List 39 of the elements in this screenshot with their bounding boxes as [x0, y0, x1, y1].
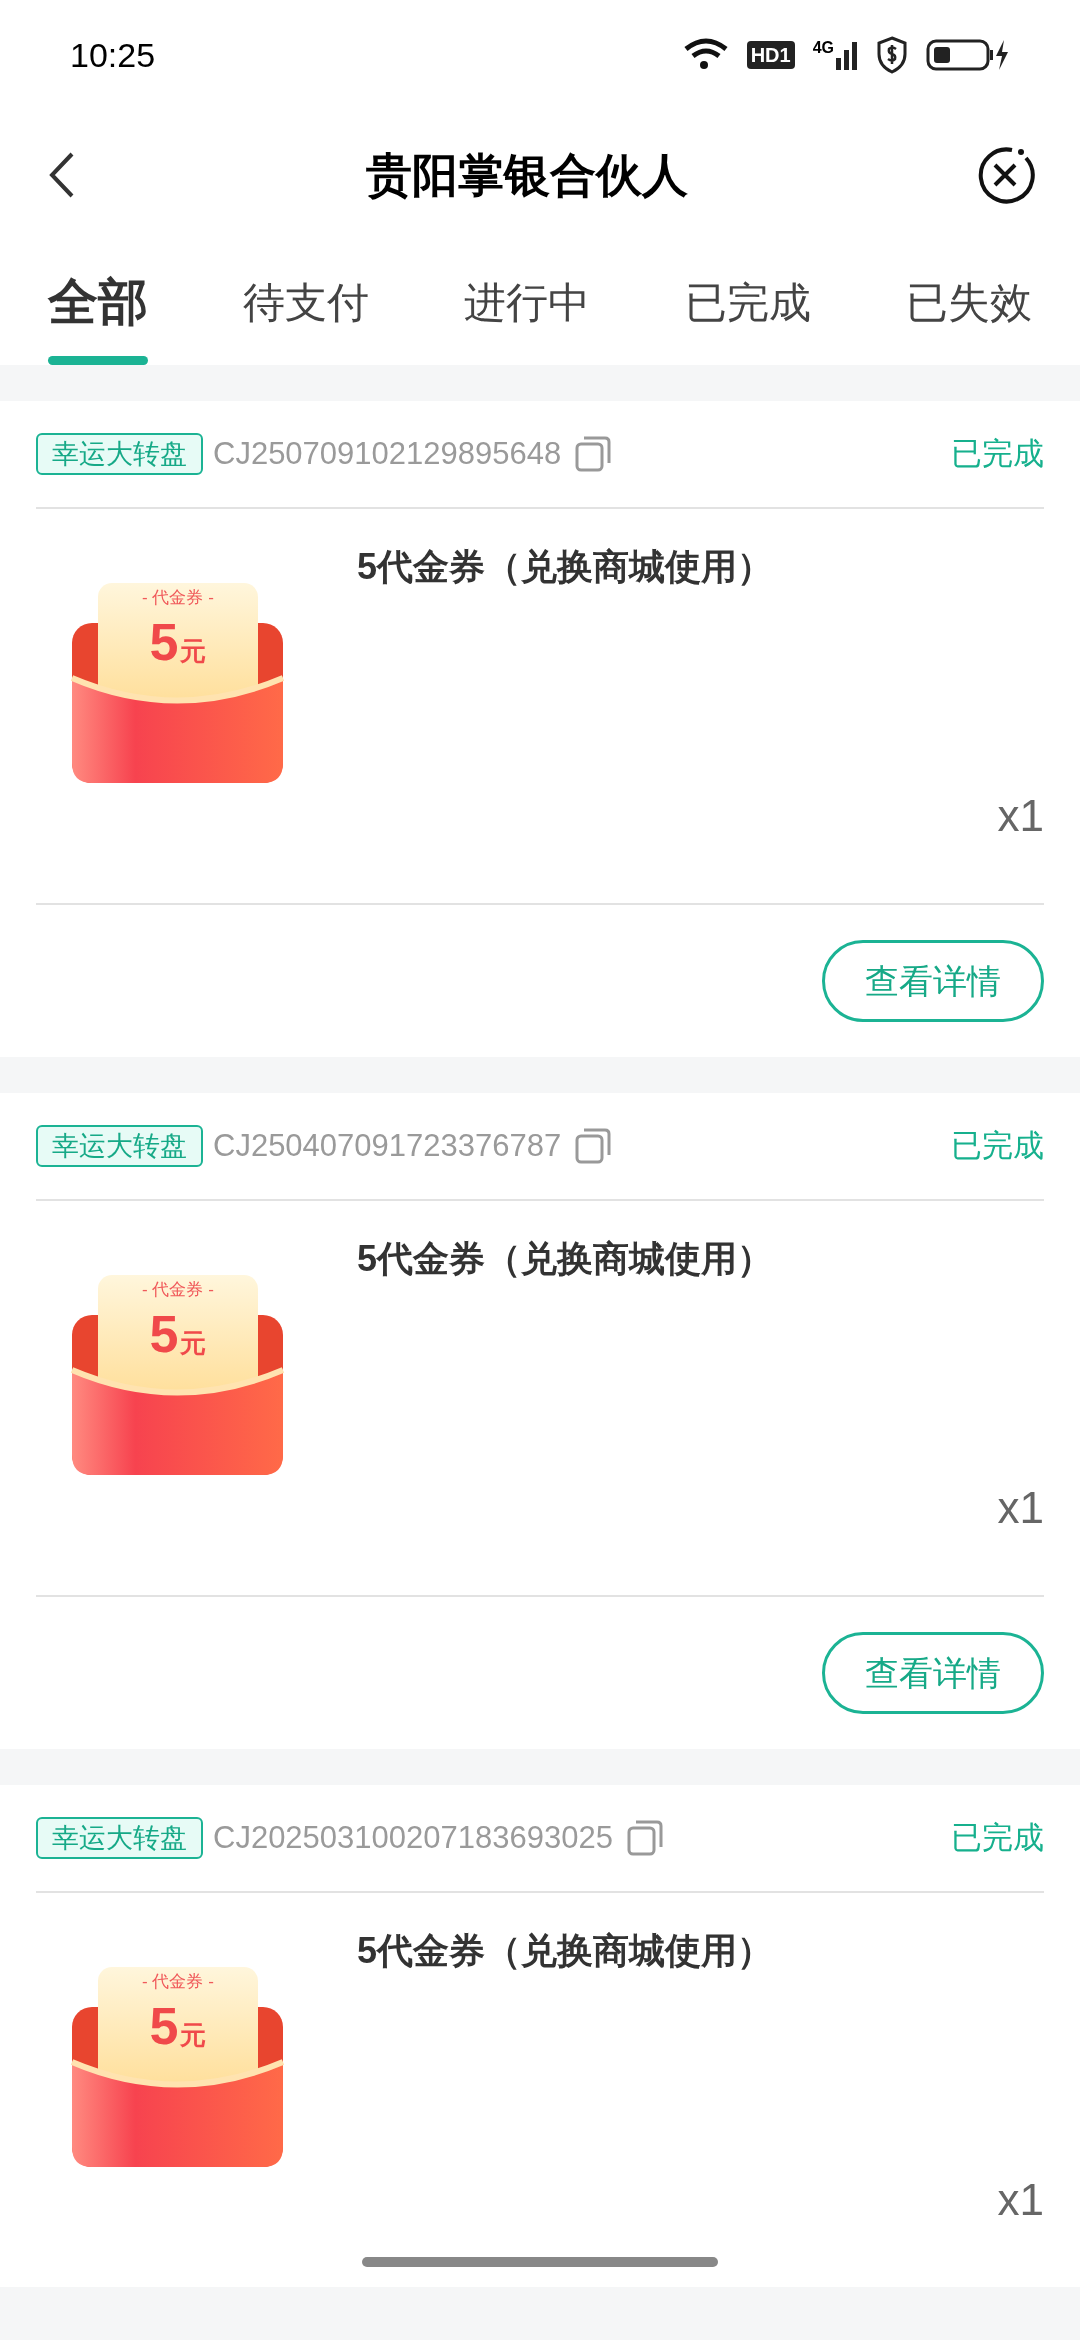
copy-icon[interactable] [573, 1126, 614, 1166]
voucher-amount: 5 [149, 1308, 179, 1360]
shield-icon [876, 36, 908, 74]
hd-badge: HD1 [746, 41, 795, 69]
tab[interactable]: 进行中 [454, 240, 600, 365]
voucher-unit: 元 [180, 1330, 207, 1356]
voucher-amount: 5 [149, 616, 179, 668]
order-status: 已完成 [951, 434, 1044, 473]
voucher-label: - 代金券 - [142, 1281, 214, 1298]
product-title: 5代金券（兑换商城使用） [357, 1237, 775, 1281]
network-type: 4G [812, 40, 834, 56]
voucher-unit: 元 [180, 2022, 207, 2048]
voucher-unit: 元 [180, 638, 207, 664]
voucher-label: - 代金券 - [142, 589, 214, 606]
voucher-amount: 5 [149, 2000, 179, 2052]
battery-icon [926, 38, 1010, 72]
order-number: CJ202503100207183693025 [213, 1818, 613, 1857]
tab[interactable]: 已失效 [896, 240, 1042, 365]
tab[interactable]: 待支付 [233, 240, 379, 365]
order-status: 已完成 [951, 1818, 1044, 1857]
order-number: CJ250407091723376787 [213, 1126, 562, 1165]
product-title: 5代金券（兑换商城使用） [357, 545, 775, 589]
order-status: 已完成 [951, 1126, 1044, 1165]
quantity: x1 [997, 1482, 1044, 1534]
signal-icon [836, 40, 858, 70]
order-number: CJ250709102129895648 [213, 434, 562, 473]
source-tag: 幸运大转盘 [36, 433, 203, 475]
tab[interactable]: 已完成 [675, 240, 821, 365]
copy-icon[interactable] [573, 434, 614, 474]
quantity: x1 [997, 790, 1044, 842]
status-time: 10:25 [70, 34, 156, 76]
product-title: 5代金券（兑换商城使用） [357, 1929, 775, 1973]
page-title: 贵阳掌银合伙人 [365, 147, 689, 203]
wifi-icon [682, 38, 729, 72]
voucher-label: - 代金券 - [142, 1973, 214, 1990]
tab[interactable]: 全部 [38, 240, 158, 365]
source-tag: 幸运大转盘 [36, 1125, 203, 1167]
source-tag: 幸运大转盘 [36, 1817, 203, 1859]
quantity: x1 [997, 2174, 1044, 2226]
